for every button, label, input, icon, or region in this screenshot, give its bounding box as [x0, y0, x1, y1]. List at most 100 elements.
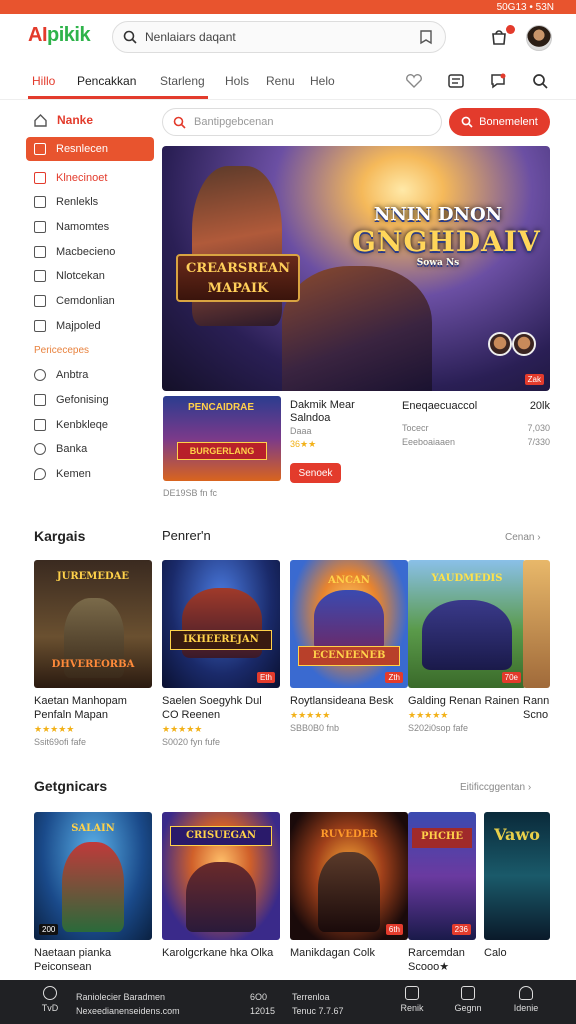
game-card-title: Kaetan Manhopam Penfaln Mapan [34, 695, 127, 721]
featured-footer: DE19SB fn fc [163, 488, 218, 498]
game-card-image: Vawo [484, 812, 550, 940]
character-figure [314, 590, 384, 650]
tab-2[interactable]: Starleng [160, 74, 205, 88]
game-card-image: IKHEEREJAN Eth [162, 560, 280, 688]
featured-button[interactable]: Senoek [290, 463, 341, 483]
game-card-banner: DHVEREORBA [51, 659, 135, 670]
sidebar-heading[interactable]: Nanke [26, 108, 154, 133]
folder-icon [34, 196, 46, 209]
game-card-tag: 6th [385, 924, 403, 935]
game-card[interactable]: SALAIN 200 Naetaan pianka Peiconsean [34, 812, 152, 974]
game-card[interactable]: CRISUEGAN Karolgcrkane hka Olka [162, 812, 280, 960]
sidebar-item-label: Renlekls [56, 196, 99, 209]
sidebar-item-4[interactable]: Macbecieno [26, 239, 154, 264]
hero-title-line2: GNGHDAIV [352, 225, 541, 258]
app-logo[interactable]: AIpikik [28, 24, 91, 47]
bookmark-icon[interactable] [419, 29, 433, 45]
tab-1[interactable]: Pencakkan [77, 74, 136, 88]
sidebar-item-label: Macbecieno [56, 245, 116, 258]
game-card-tag: Zth [385, 672, 403, 683]
sidebar-item-0[interactable]: Resnlecen [26, 136, 154, 162]
tab-5[interactable]: Helo [310, 74, 335, 88]
sidebar-item-7[interactable]: Majpoled [26, 314, 154, 339]
sidebar-item-label: Kemen [56, 467, 91, 480]
sidebar-item-12[interactable]: Kemen [26, 462, 154, 487]
heart-icon[interactable] [404, 73, 424, 89]
avatar[interactable] [526, 25, 552, 51]
bottom-stats: 6O0 12015 [250, 990, 275, 1018]
section-subtitle: Penrer'n [162, 528, 211, 543]
game-card-rating: ★★★★★ [290, 710, 331, 720]
box-icon [34, 143, 46, 156]
bottom-info: Raniolecier Baradmen Nexeedianenseidens.… [76, 990, 180, 1018]
message-icon[interactable] [490, 73, 506, 89]
sidebar-item-label: Cemdonlian [56, 295, 115, 308]
game-card[interactable]: YAUDMEDIS 70e Galding Renan Rainen ★★★★★… [408, 560, 526, 733]
bottom-tab-2[interactable]: Idenie [508, 986, 544, 1013]
sidebar: Nanke Resnlecen Klnecinoet Renlekls Namo… [26, 108, 154, 486]
game-card-title: Naetaan pianka Peiconsean [34, 947, 112, 973]
game-card-image [523, 560, 550, 688]
sidebar-item-6[interactable]: Cemdonlian [26, 289, 154, 314]
game-card[interactable]: IKHEEREJAN Eth Saelen Soegyhk Dul CO Ree… [162, 560, 280, 747]
bottom-tab-1[interactable]: Gegnn [450, 986, 486, 1013]
sidebar-item-3[interactable]: Namomtes [26, 215, 154, 240]
tab-home[interactable]: Hillo [32, 74, 55, 88]
sidebar-item-1[interactable]: Klnecinoet [26, 165, 154, 190]
game-card-banner: SALAIN [71, 823, 115, 834]
game-card[interactable]: JUREMEDAE DHVEREORBA Kaetan Manhopam Pen… [34, 560, 152, 747]
main-search-button[interactable]: Bonemelent [449, 108, 550, 136]
list-icon[interactable] [448, 73, 464, 89]
see-all-link[interactable]: Cenan › [505, 532, 541, 543]
sidebar-item-5[interactable]: Nlotcekan [26, 264, 154, 289]
file-icon [34, 221, 46, 234]
tab-4[interactable]: Renu [266, 74, 295, 88]
game-card-title: Rarcemdan Scooo★ [408, 947, 465, 973]
sidebar-heading-label: Nanke [57, 113, 94, 128]
game-card[interactable]: RUVEDER 6th Manikdagan Colk [290, 812, 408, 960]
search-icon[interactable] [532, 73, 548, 89]
sidebar-item-9[interactable]: Gefonising [26, 388, 154, 413]
home-icon [43, 986, 57, 1000]
sidebar-item-11[interactable]: Banka [26, 437, 154, 462]
avatar [512, 332, 536, 356]
bottom-tab-0[interactable]: Renik [395, 986, 429, 1013]
featured-banner-top: PENCAIDRAE [187, 402, 255, 413]
featured-col2: Eneqaecuaccol Tocecr Eeeboaiaaen [402, 399, 477, 449]
game-card[interactable]: ANCAN ECENEENEB Zth Roytlansideana Besk … [290, 560, 408, 733]
game-card[interactable]: Vawo Calo [484, 812, 550, 960]
sidebar-item-label: Majpoled [56, 319, 101, 332]
bottom-home-button[interactable]: TvD [38, 986, 62, 1013]
hero-title-line1: NNIN DNON [373, 204, 503, 225]
tab-3[interactable]: Hols [225, 74, 249, 88]
featured-banner: BURGERLANG [177, 442, 267, 460]
sidebar-item-8[interactable]: Anbtra [26, 363, 154, 388]
card-icon [34, 393, 46, 406]
game-card-title: Calo [484, 947, 507, 959]
search-bar[interactable]: Nenlaiars daqant [112, 21, 446, 53]
see-all-link[interactable]: Eitificcggentan › [460, 782, 531, 793]
featured-image[interactable]: PENCAIDRAE BURGERLANG [163, 396, 281, 481]
sidebar-item-2[interactable]: Renlekls [26, 190, 154, 215]
featured-rating: 36★★ [290, 439, 317, 449]
main-search-input[interactable]: Bantipgebcenan [162, 108, 442, 136]
main-search-placeholder: Bantipgebcenan [194, 116, 274, 128]
profile-icon [519, 986, 533, 1000]
hero-avatars [488, 328, 540, 364]
section-title: Kargais [34, 528, 86, 544]
search-icon [461, 116, 473, 128]
bottom-terms-line2: Tenuc 7.7.67 [292, 1006, 344, 1016]
hero-banner[interactable]: CREARSREAN MAPAIK NNIN DNON GNGHDAIV Sow… [162, 146, 550, 391]
bottom-terms: Terrenloa Tenuc 7.7.67 [292, 990, 344, 1018]
game-card-tag: 200 [39, 924, 59, 935]
featured-col3-title: 20lk [529, 400, 550, 412]
game-card[interactable]: PHCHE 236 Rarcemdan Scooo★ [408, 812, 476, 974]
game-card[interactable]: Rann Scno [523, 560, 550, 722]
gamepad-icon [461, 986, 475, 1000]
sidebar-item-10[interactable]: Kenbkleqe [26, 412, 154, 437]
close-box-icon [34, 295, 46, 308]
game-card-meta: S0020 fyn fufe [162, 737, 221, 747]
featured-col2-line1: Tocecr [402, 423, 429, 433]
game-card-banner-top: JUREMEDAE [56, 571, 130, 582]
game-card-meta: SBB0B0 fnb [290, 723, 340, 733]
